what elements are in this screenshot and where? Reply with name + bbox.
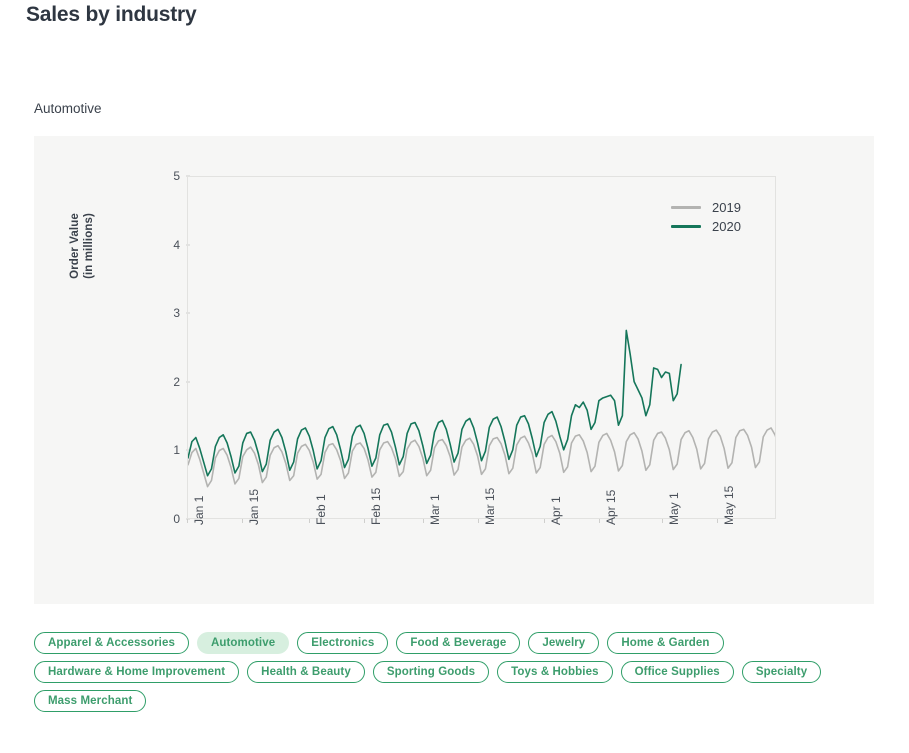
filter-chip-office-supplies[interactable]: Office Supplies — [620, 661, 734, 683]
x-tick-label: Jan 15 — [246, 488, 261, 525]
x-tick-mark — [544, 519, 546, 523]
filter-chip-home-garden[interactable]: Home & Garden — [607, 632, 724, 654]
filter-chip-specialty[interactable]: Specialty — [741, 661, 822, 683]
x-tick-label: Mar 1 — [427, 494, 442, 525]
legend-label: 2019 — [712, 200, 741, 215]
x-tick-mark — [363, 519, 365, 523]
x-tick-label: Feb 1 — [313, 494, 328, 525]
chip-row: Mass Merchant — [34, 690, 884, 712]
filter-chip-hardware-home-improvement[interactable]: Hardware & Home Improvement — [34, 661, 240, 683]
filter-chip-automotive[interactable]: Automotive — [196, 632, 290, 654]
series-line-2020 — [188, 330, 681, 475]
industry-filter-chips: Apparel & Accessories Automotive Electroni… — [34, 632, 884, 719]
x-tick-mark — [422, 519, 424, 523]
y-tick-label: 0 — [173, 512, 180, 526]
y-axis-label: Order Value (in millions) — [68, 156, 96, 336]
y-axis-ticks: 0 1 2 3 4 5 — [147, 169, 180, 526]
chip-row: Apparel & Accessories Automotive Electroni… — [34, 632, 884, 654]
x-tick-mark — [241, 519, 243, 523]
page-root: Sales by industry Automotive Order Value… — [0, 0, 909, 753]
x-tick-label: Apr 1 — [549, 496, 564, 525]
x-tick-mark — [599, 519, 601, 523]
filter-chip-health-beauty[interactable]: Health & Beauty — [247, 661, 365, 683]
chip-row: Hardware & Home Improvement Health & Beau… — [34, 661, 884, 683]
filter-chip-food-beverage[interactable]: Food & Beverage — [396, 632, 521, 654]
chart-legend: 2019 2020 — [671, 198, 741, 236]
x-tick-mark — [717, 519, 719, 523]
y-tick-label: 4 — [173, 237, 180, 252]
filter-chip-apparel-accessories[interactable]: Apparel & Accessories — [34, 632, 189, 654]
legend-item: 2019 — [671, 198, 741, 217]
x-tick-label: May 1 — [667, 492, 682, 525]
filter-chip-mass-merchant[interactable]: Mass Merchant — [34, 690, 147, 712]
x-tick-mark — [662, 519, 664, 523]
y-tick-label: 2 — [173, 374, 180, 389]
y-tick-label: 1 — [173, 443, 180, 458]
y-tick-label: 3 — [173, 306, 180, 321]
legend-swatch — [671, 206, 701, 209]
chart-panel: Order Value (in millions) 012345 Jan 1 Ja… — [34, 136, 874, 604]
x-tick-label: Apr 15 — [604, 489, 619, 525]
legend-label: 2020 — [712, 219, 741, 234]
y-axis-label-line2: (in millions) — [83, 213, 95, 279]
filter-chip-electronics[interactable]: Electronics — [297, 632, 389, 654]
legend-item: 2020 — [671, 217, 741, 236]
filter-chip-jewelry[interactable]: Jewelry — [528, 632, 600, 654]
page-title: Sales by industry — [26, 3, 197, 26]
x-tick-label: Feb 15 — [368, 487, 383, 525]
y-axis-label-line1: Order Value — [69, 213, 81, 279]
legend-swatch — [671, 225, 701, 228]
y-tick-label: 5 — [173, 169, 180, 183]
x-tick-label: May 15 — [722, 485, 737, 525]
x-tick-label: Jan 1 — [192, 495, 206, 525]
x-tick-mark — [187, 519, 188, 523]
x-tick-mark — [308, 519, 310, 523]
x-tick-mark — [477, 519, 479, 523]
x-tick-label: Mar 15 — [482, 487, 497, 525]
filter-chip-sporting-goods[interactable]: Sporting Goods — [372, 661, 490, 683]
filter-chip-toys-hobbies[interactable]: Toys & Hobbies — [497, 661, 613, 683]
x-axis-ticks: Jan 1 Jan 15 Feb 1 Feb 15 Mar 1 Mar 15 Apr 1 Ap… — [187, 486, 776, 599]
chart-section-label: Automotive — [34, 101, 102, 116]
